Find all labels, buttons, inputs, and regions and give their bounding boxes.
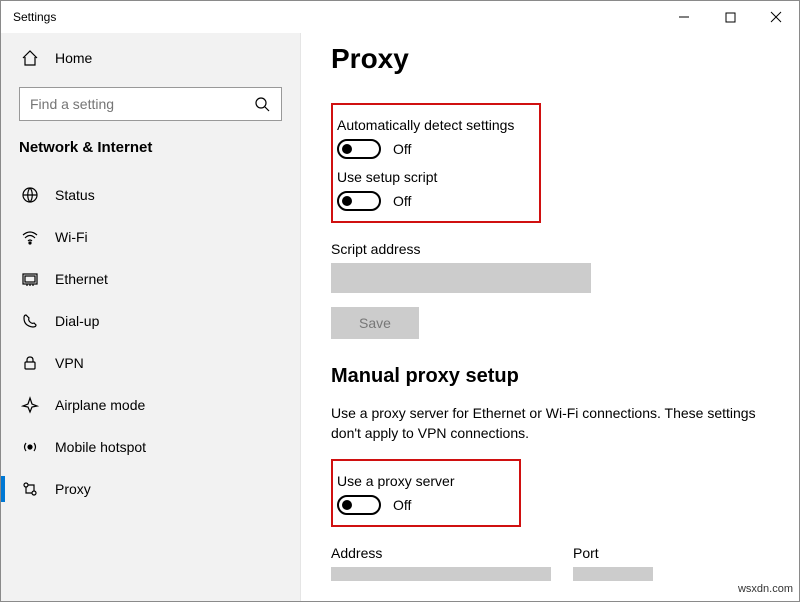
home-icon [21, 49, 39, 67]
address-label: Address [331, 545, 551, 561]
window-controls [661, 1, 799, 33]
close-button[interactable] [753, 1, 799, 33]
home-button[interactable]: Home [1, 41, 300, 81]
sidebar-item-label: Wi-Fi [55, 229, 88, 245]
settings-window: Settings Home [0, 0, 800, 602]
sidebar-item-label: Airplane mode [55, 397, 145, 413]
address-column: Address [331, 541, 551, 581]
page-title: Proxy [331, 43, 769, 75]
auto-detect-state: Off [393, 141, 411, 157]
sidebar-item-vpn[interactable]: VPN [1, 342, 300, 384]
maximize-button[interactable] [707, 1, 753, 33]
body: Home Network & Internet Status Wi-Fi [1, 33, 799, 601]
sidebar-item-label: Status [55, 187, 95, 203]
auto-detect-label: Automatically detect settings [337, 117, 527, 133]
main-content: Proxy Automatically detect settings Off … [301, 33, 799, 601]
vpn-icon [21, 354, 39, 372]
proxy-icon [21, 480, 39, 498]
search-input[interactable] [30, 96, 253, 112]
highlight-use-proxy: Use a proxy server Off [331, 459, 521, 527]
address-input [331, 567, 551, 581]
auto-detect-toggle[interactable] [337, 139, 381, 159]
titlebar: Settings [1, 1, 799, 33]
hotspot-icon [21, 438, 39, 456]
sidebar-item-label: VPN [55, 355, 84, 371]
search-box[interactable] [19, 87, 282, 121]
sidebar-item-ethernet[interactable]: Ethernet [1, 258, 300, 300]
port-label: Port [573, 545, 653, 561]
home-label: Home [55, 50, 92, 66]
category-heading: Network & Internet [1, 139, 300, 174]
use-proxy-toggle-row: Off [337, 495, 507, 515]
use-script-state: Off [393, 193, 411, 209]
sidebar-item-airplane[interactable]: Airplane mode [1, 384, 300, 426]
ethernet-icon [21, 270, 39, 288]
manual-heading: Manual proxy setup [331, 365, 769, 388]
minimize-button[interactable] [661, 1, 707, 33]
sidebar: Home Network & Internet Status Wi-Fi [1, 33, 301, 601]
highlight-auto-proxy: Automatically detect settings Off Use se… [331, 103, 541, 223]
sidebar-item-label: Ethernet [55, 271, 108, 287]
auto-detect-toggle-row: Off [337, 139, 527, 159]
sidebar-item-hotspot[interactable]: Mobile hotspot [1, 426, 300, 468]
use-proxy-toggle[interactable] [337, 495, 381, 515]
sidebar-item-label: Proxy [55, 481, 91, 497]
airplane-icon [21, 396, 39, 414]
window-title: Settings [13, 10, 56, 24]
address-port-row: Address Port [331, 541, 769, 581]
script-address-input [331, 263, 591, 293]
save-button: Save [331, 307, 419, 339]
sidebar-item-wifi[interactable]: Wi-Fi [1, 216, 300, 258]
sidebar-item-proxy[interactable]: Proxy [1, 468, 300, 510]
sidebar-item-status[interactable]: Status [1, 174, 300, 216]
use-proxy-label: Use a proxy server [337, 473, 507, 489]
search-icon [253, 95, 271, 113]
sidebar-item-dialup[interactable]: Dial-up [1, 300, 300, 342]
sidebar-item-label: Mobile hotspot [55, 439, 146, 455]
wifi-icon [21, 228, 39, 246]
use-proxy-state: Off [393, 497, 411, 513]
dialup-icon [21, 312, 39, 330]
watermark: wsxdn.com [738, 583, 793, 595]
port-input [573, 567, 653, 581]
use-script-toggle[interactable] [337, 191, 381, 211]
sidebar-item-label: Dial-up [55, 313, 99, 329]
port-column: Port [573, 541, 653, 581]
script-address-label: Script address [331, 241, 769, 257]
manual-description: Use a proxy server for Ethernet or Wi-Fi… [331, 404, 761, 443]
globe-icon [21, 186, 39, 204]
use-script-toggle-row: Off [337, 191, 527, 211]
use-script-label: Use setup script [337, 169, 527, 185]
